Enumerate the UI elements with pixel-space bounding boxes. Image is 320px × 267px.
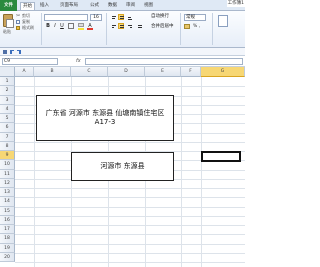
window-title: 工作簿1 [226, 0, 245, 7]
row-gridline [15, 188, 245, 189]
align-middle-icon[interactable] [118, 14, 124, 20]
number-format-select[interactable]: 常规 [184, 14, 206, 21]
comma-button[interactable]: , [199, 24, 200, 30]
name-box[interactable]: C9 [2, 58, 58, 65]
fx-icon[interactable]: fx [76, 58, 81, 65]
merge-center-button[interactable]: 合并后居中 [151, 24, 174, 30]
row-header-13[interactable]: 13 [0, 188, 15, 198]
row-header-2[interactable]: 2 [0, 86, 15, 96]
currency-icon[interactable] [184, 24, 190, 29]
row-header-1[interactable]: 1 [0, 77, 15, 87]
format-painter-icon[interactable] [16, 26, 20, 30]
tab-page-layout[interactable]: 页面布局 [60, 2, 78, 10]
row-header-3[interactable]: 3 [0, 95, 15, 105]
row-gridline [15, 141, 245, 143]
column-header-d[interactable]: D [108, 67, 145, 77]
row-header-15[interactable]: 15 [0, 206, 15, 216]
copy-icon[interactable] [16, 20, 20, 24]
row-header-10[interactable]: 10 [0, 160, 15, 170]
undo-icon[interactable] [10, 50, 14, 54]
city-textbox[interactable]: 河源市 东源县 [71, 152, 174, 181]
row-gridline [15, 206, 245, 208]
column-header-b[interactable]: B [34, 67, 71, 77]
align-top-icon[interactable] [110, 14, 116, 20]
fill-color-bar [78, 28, 84, 30]
row-header-14[interactable]: 14 [0, 197, 15, 207]
row-header-6[interactable]: 6 [0, 123, 15, 133]
percent-button[interactable]: % [193, 24, 197, 30]
row-gridline [15, 252, 245, 254]
italic-button[interactable]: I [52, 23, 58, 29]
conditional-format-icon[interactable] [218, 15, 228, 27]
tab-formulas[interactable]: 公式 [90, 2, 99, 10]
row-header-4[interactable]: 4 [0, 104, 15, 114]
row-gridline [15, 215, 245, 217]
tab-home[interactable]: 开始 [20, 2, 35, 10]
address-textbox[interactable]: 广东省 河源市 东源县 仙塘南镇住宅区 A17-3 [36, 95, 174, 141]
row-header-20[interactable]: 20 [0, 252, 15, 262]
tab-file[interactable]: 文件 [0, 0, 17, 11]
group-separator [41, 13, 42, 45]
ribbon-tab-bar: 文件 开始 插入 页面布局 公式 数据 审阅 视图 工作簿1 [0, 0, 245, 11]
row-gridline [15, 225, 245, 226]
row-header-5[interactable]: 5 [0, 114, 15, 124]
align-left-icon[interactable] [110, 23, 116, 29]
row-header-11[interactable]: 11 [0, 169, 15, 179]
column-header-e[interactable]: E [145, 67, 181, 77]
borders-icon[interactable] [68, 23, 74, 29]
bold-button[interactable]: B [45, 23, 51, 29]
formula-bar: C9 fx [0, 56, 245, 67]
row-gridline [15, 197, 245, 199]
column-header-f[interactable]: F [181, 67, 201, 77]
paste-label[interactable]: 粘贴 [3, 29, 11, 34]
row-header-18[interactable]: 18 [0, 234, 15, 244]
row-header-8[interactable]: 8 [0, 141, 15, 151]
row-header-17[interactable]: 17 [0, 225, 15, 235]
wrap-text-button[interactable]: 自动换行 [151, 14, 169, 20]
row-header-7[interactable]: 7 [0, 132, 15, 142]
ribbon-home: 粘贴 ✂ 剪切 复制 格式刷 16 B I U A 自动换行 合并后居中 常规 … [0, 11, 245, 48]
row-gridline [15, 86, 245, 88]
align-right-icon[interactable] [126, 23, 132, 29]
row-gridline [15, 262, 245, 263]
underline-button[interactable]: U [59, 23, 65, 29]
fill-color-icon[interactable] [78, 23, 84, 27]
quick-access-toolbar [0, 48, 245, 56]
paste-icon[interactable] [3, 14, 14, 28]
copy-label[interactable]: 复制 [22, 19, 30, 24]
save-icon[interactable] [3, 50, 7, 54]
row-header-19[interactable]: 19 [0, 243, 15, 253]
formula-input[interactable] [85, 58, 243, 65]
row-gridline [15, 243, 245, 245]
format-painter-label[interactable]: 格式刷 [22, 25, 34, 30]
cut-icon[interactable]: ✂ [16, 14, 20, 19]
row-gridline [15, 234, 245, 236]
column-header-a[interactable]: A [15, 67, 34, 77]
tab-insert[interactable]: 插入 [40, 2, 49, 10]
font-color-bar [87, 28, 93, 30]
tab-review[interactable]: 审阅 [126, 2, 135, 10]
font-size-select[interactable]: 16 [90, 14, 102, 21]
redo-icon[interactable] [17, 50, 21, 54]
group-separator [106, 13, 107, 45]
column-header-g[interactable]: G [201, 67, 245, 77]
font-name-select[interactable] [44, 14, 88, 21]
indent-icon[interactable] [136, 23, 142, 29]
group-separator [180, 13, 181, 45]
group-separator [212, 13, 213, 45]
row-header-16[interactable]: 16 [0, 215, 15, 225]
align-center-icon[interactable] [118, 23, 124, 29]
row-header-9[interactable]: 9 [0, 151, 15, 161]
address-line-2: A17-3 [94, 118, 116, 126]
city-line: 河源市 东源县 [100, 162, 145, 170]
select-all-corner[interactable] [0, 67, 15, 77]
cut-label[interactable]: 剪切 [22, 13, 30, 18]
align-bottom-icon[interactable] [126, 14, 132, 20]
row-header-12[interactable]: 12 [0, 178, 15, 188]
column-header-c[interactable]: C [71, 67, 108, 77]
address-line-1: 广东省 河源市 东源县 仙塘南镇住宅区 [45, 109, 165, 117]
active-cell-selection[interactable] [201, 151, 241, 162]
tab-view[interactable]: 视图 [144, 2, 153, 10]
tab-data[interactable]: 数据 [108, 2, 117, 10]
